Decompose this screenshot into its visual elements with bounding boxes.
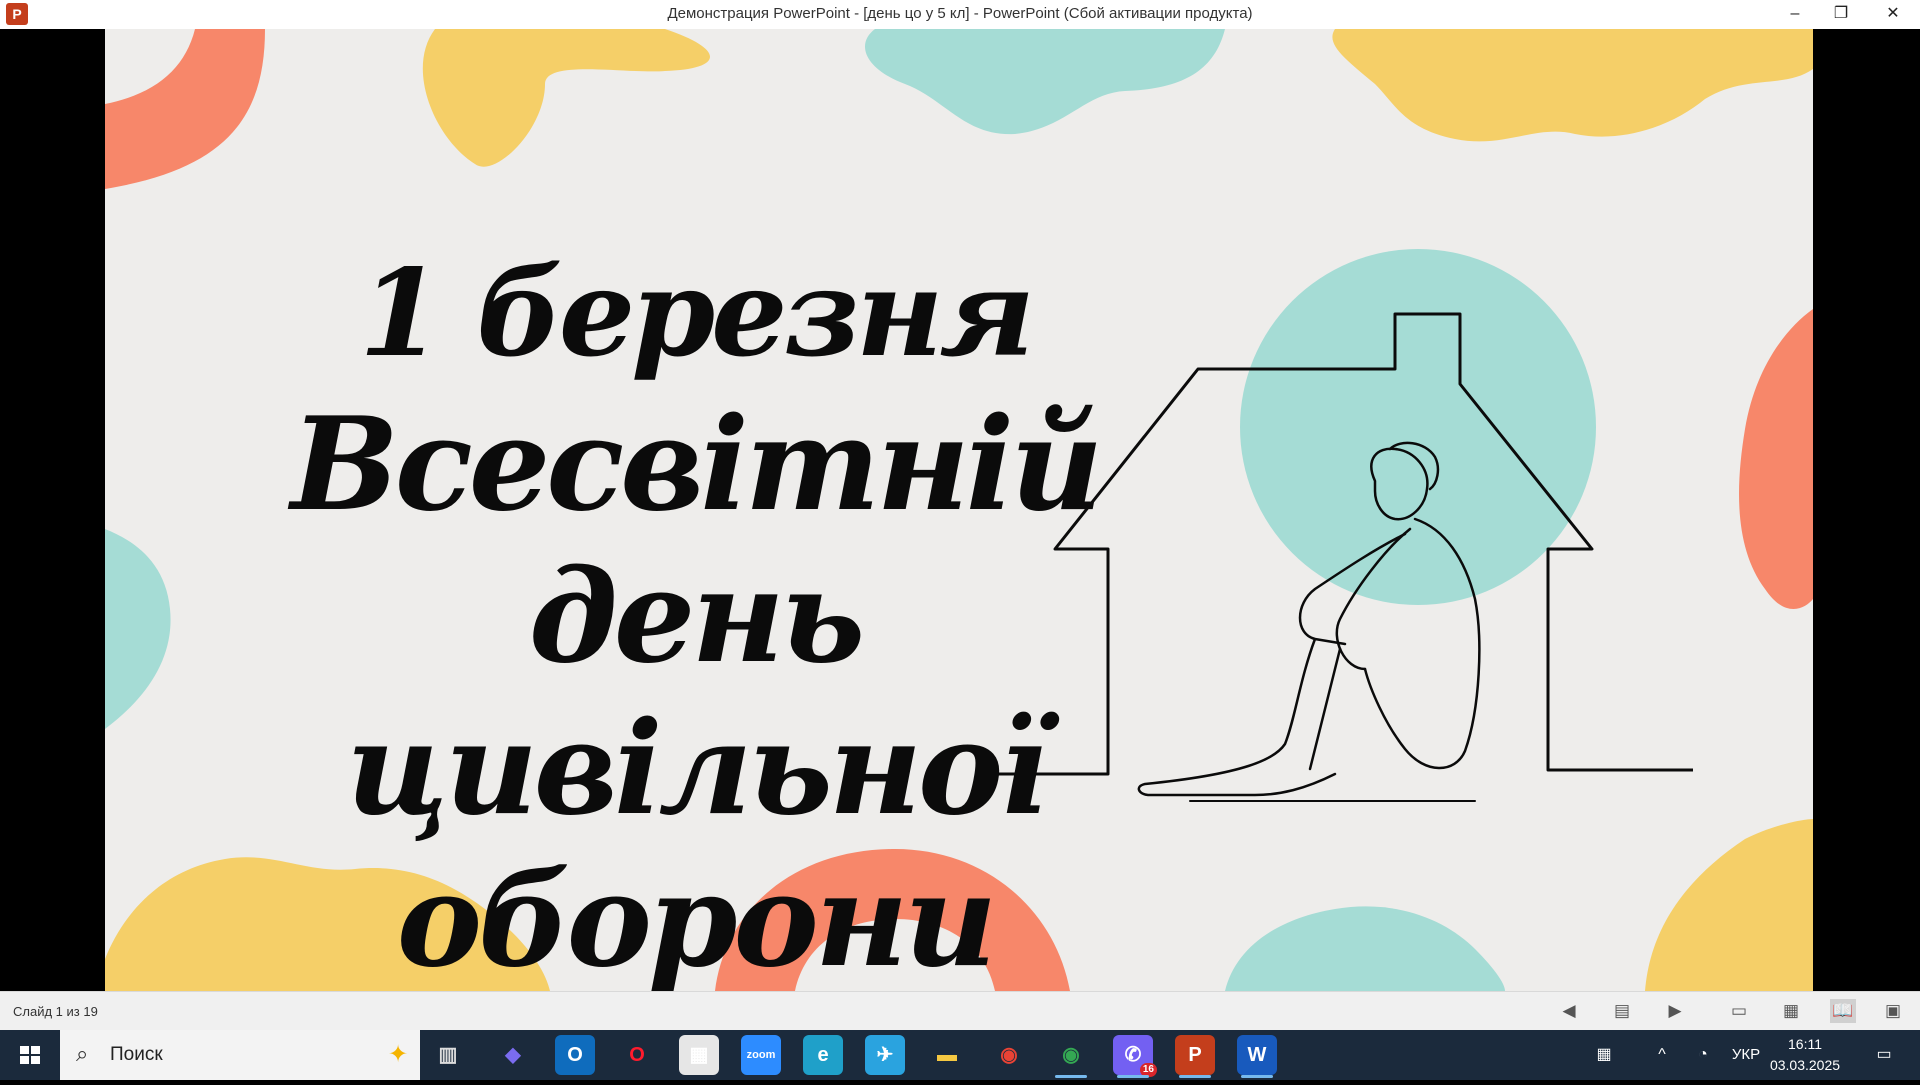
- slideshow-view-button[interactable]: ▣: [1880, 999, 1906, 1023]
- search-box[interactable]: ⌕ Поиск ✦: [60, 1030, 420, 1080]
- slide-counter: Слайд 1 из 19: [13, 1004, 98, 1019]
- teal-blob-bottom: [1225, 906, 1505, 991]
- notifications-icon[interactable]: ▭: [1864, 1030, 1904, 1080]
- clock-date: 03.03.2025: [1769, 1057, 1841, 1073]
- yellow-blob-top-right: [1332, 29, 1813, 142]
- chrome-icon[interactable]: ◉: [989, 1035, 1029, 1075]
- search-label: Поиск: [110, 1044, 163, 1065]
- close-button[interactable]: ✕: [1870, 0, 1916, 29]
- task-view-icon[interactable]: ▥: [428, 1035, 468, 1075]
- network-icon[interactable]: ◔: [1688, 1030, 1718, 1080]
- viber-icon[interactable]: ✆ 16: [1113, 1035, 1157, 1078]
- tray-chevron-icon[interactable]: ^: [1648, 1030, 1676, 1080]
- clock-time: 16:11: [1788, 1036, 1822, 1052]
- next-slide-button[interactable]: ▶: [1662, 999, 1688, 1023]
- coral-blob-right: [1739, 309, 1813, 609]
- taskbar: ⌕ Поиск ✦ ▥ ◆ O O ▦ zoom e ✈ ▬ ◉ ◉ ✆ 16 P W ▦ ^ ◔ УКР…: [0, 1030, 1920, 1080]
- yellow-leaf-top: [422, 29, 710, 167]
- windows-icon: [20, 1046, 40, 1064]
- running-indicator: [1055, 1075, 1087, 1078]
- minimize-button[interactable]: –: [1772, 0, 1818, 29]
- teal-circle: [1240, 249, 1596, 605]
- word-icon[interactable]: W: [1237, 1035, 1277, 1078]
- powerpoint-taskbar-icon[interactable]: P: [1175, 1035, 1215, 1078]
- window-title: Демонстрация PowerPoint - [день цо у 5 к…: [667, 5, 1253, 22]
- chrome-profile-icon[interactable]: ◉: [1051, 1035, 1091, 1078]
- title-line-date: 1 березня: [358, 243, 1035, 384]
- status-bar: Слайд 1 из 19 ◀ ▤ ▶ ▭ ▦ 📖 ▣: [0, 991, 1920, 1031]
- copilot-icon[interactable]: ◆: [493, 1035, 533, 1075]
- running-indicator: [1179, 1075, 1211, 1078]
- sparkle-icon: ✦: [388, 1041, 409, 1068]
- notes-button[interactable]: ▤: [1609, 999, 1635, 1023]
- zoom-icon[interactable]: zoom: [741, 1035, 781, 1075]
- title-line-world-day: Всесвітній день: [290, 390, 1104, 692]
- telegram-icon[interactable]: ✈: [865, 1035, 905, 1075]
- title-line-civil-defense: цивільної оборони: [346, 694, 1048, 991]
- running-indicator: [1117, 1075, 1149, 1078]
- opera-icon[interactable]: O: [617, 1035, 657, 1075]
- reading-view-button[interactable]: 📖: [1830, 999, 1856, 1023]
- slideshow-stage[interactable]: 1 березня Всесвітній день цивільної обор…: [0, 29, 1920, 991]
- edge-icon[interactable]: e: [803, 1035, 843, 1075]
- normal-view-button[interactable]: ▭: [1726, 999, 1752, 1023]
- previous-slide-button[interactable]: ◀: [1556, 999, 1582, 1023]
- current-slide[interactable]: 1 березня Всесвітній день цивільної обор…: [105, 29, 1813, 991]
- slide-title: 1 березня Всесвітній день цивільної обор…: [145, 239, 1245, 991]
- store-icon[interactable]: ▦: [679, 1035, 719, 1075]
- search-icon: ⌕: [76, 1041, 89, 1066]
- explorer-icon[interactable]: ▬: [927, 1035, 967, 1075]
- running-indicator: [1241, 1075, 1273, 1078]
- slide-sorter-button[interactable]: ▦: [1778, 999, 1804, 1023]
- clock[interactable]: 16:11 03.03.2025: [1760, 1034, 1850, 1076]
- restore-button[interactable]: ❐: [1818, 0, 1864, 29]
- start-button[interactable]: [0, 1030, 60, 1080]
- title-bar: P Демонстрация PowerPoint - [день цо у 5…: [0, 0, 1920, 29]
- outlook-icon[interactable]: O: [555, 1035, 595, 1075]
- news-icon[interactable]: ▦: [1586, 1030, 1622, 1080]
- yellow-blob-bottom-right: [1645, 819, 1813, 991]
- teal-blob-top: [865, 29, 1225, 135]
